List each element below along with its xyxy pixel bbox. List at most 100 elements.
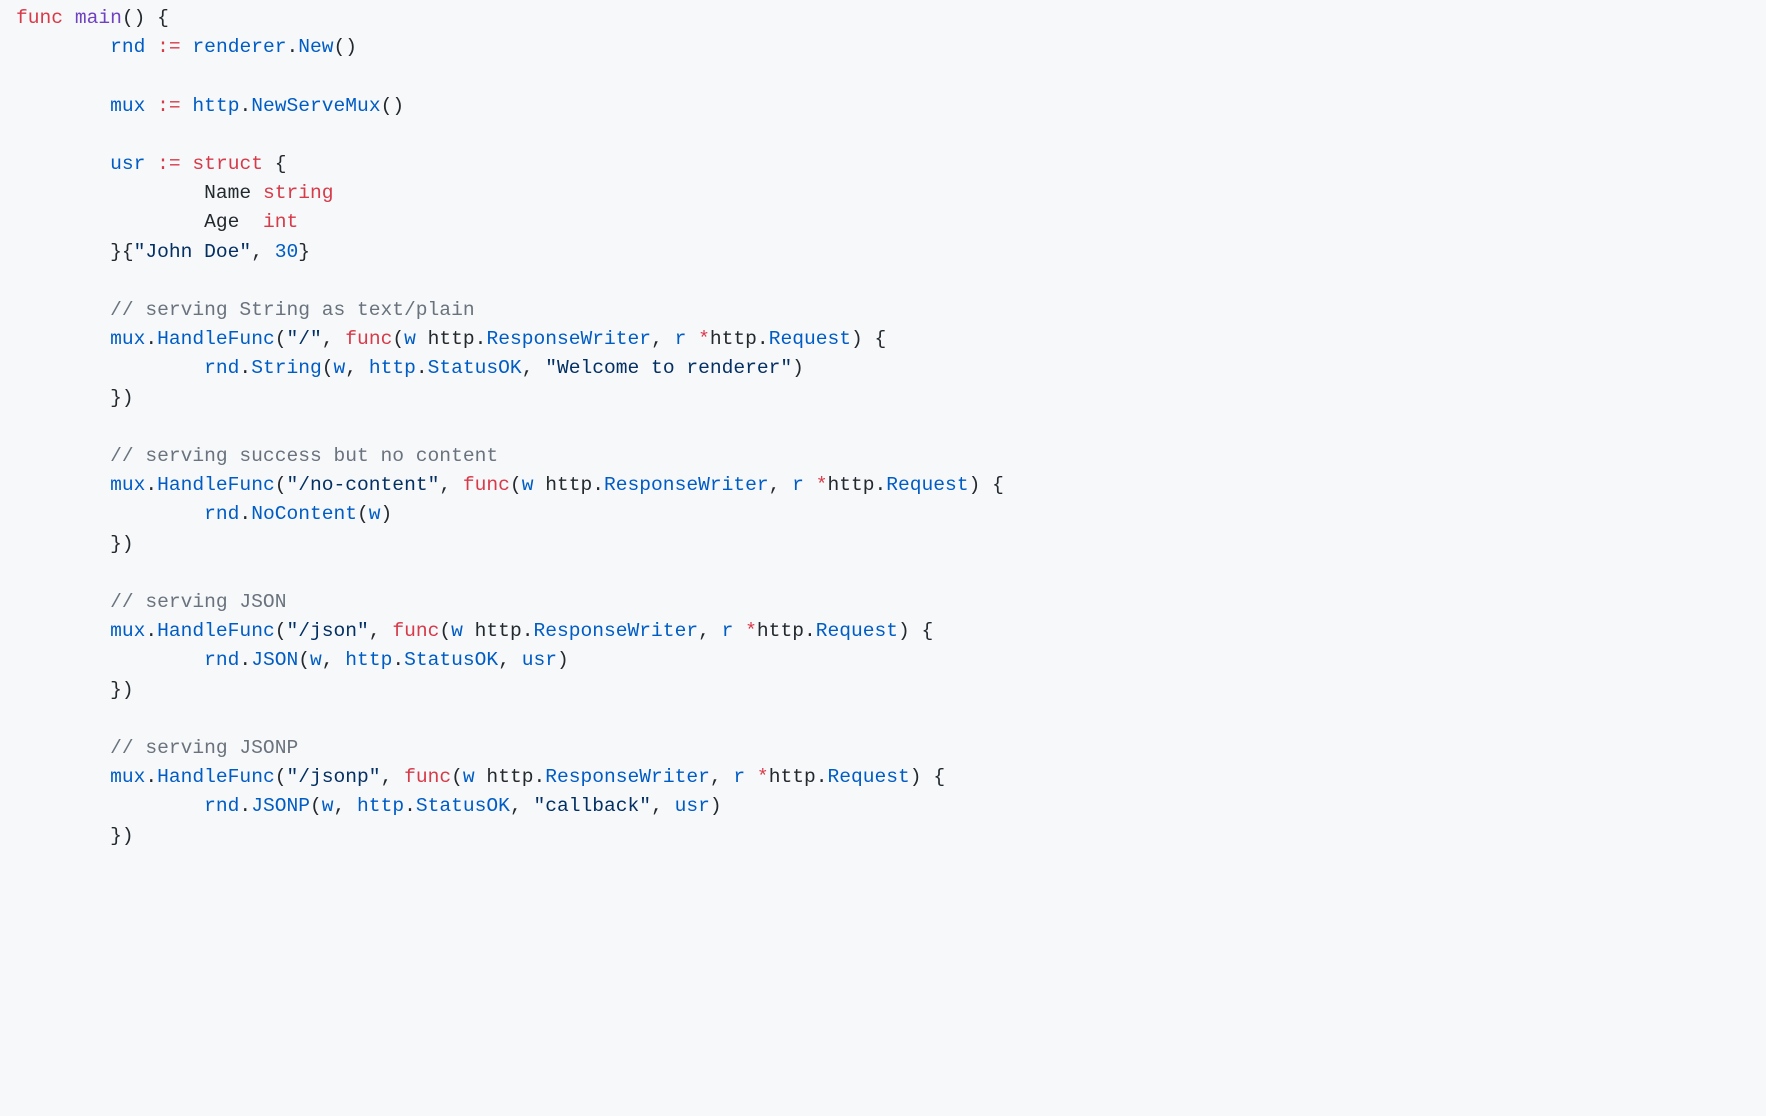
code-block: func main() { rnd := renderer.New() mux … [0, 0, 1766, 867]
code-token: . [239, 95, 251, 117]
code-token [63, 7, 75, 29]
code-token: ResponseWriter [545, 766, 710, 788]
code-token: , [322, 649, 346, 671]
code-token: }) [110, 679, 134, 701]
code-token: http [369, 357, 416, 379]
code-line: rnd.String(w, http.StatusOK, "Welcome to… [16, 357, 804, 379]
code-line: Name string [16, 182, 334, 204]
code-token: ) { [851, 328, 886, 350]
code-token: := [157, 36, 181, 58]
code-token: r [733, 766, 745, 788]
code-token: r [722, 620, 734, 642]
code-token: w [451, 620, 463, 642]
code-token: Age [204, 211, 263, 233]
code-token: , [251, 241, 275, 263]
code-token: , [439, 474, 463, 496]
code-token: http [192, 95, 239, 117]
code-token: ( [275, 766, 287, 788]
code-line: // serving String as text/plain [16, 299, 475, 321]
code-token: 30 [275, 241, 299, 263]
code-token: func [16, 7, 63, 29]
code-token: . [239, 357, 251, 379]
code-token: . [239, 795, 251, 817]
code-token: Request [886, 474, 968, 496]
code-token: StatusOK [416, 795, 510, 817]
code-token: := [157, 153, 181, 175]
code-token: rnd [204, 795, 239, 817]
code-token: ) { [969, 474, 1004, 496]
code-token: w [522, 474, 534, 496]
code-token [804, 474, 816, 496]
code-token [181, 153, 193, 175]
code-token: . [145, 620, 157, 642]
code-token: , [498, 649, 522, 671]
code-token: "callback" [533, 795, 651, 817]
code-token: HandleFunc [157, 474, 275, 496]
code-token: int [263, 211, 298, 233]
code-token: http. [463, 620, 534, 642]
code-token: ( [298, 649, 310, 671]
code-token: usr [522, 649, 557, 671]
code-token: . [145, 474, 157, 496]
code-token: http. [416, 328, 487, 350]
code-token: . [416, 357, 428, 379]
code-line: Age int [16, 211, 298, 233]
code-token: Request [769, 328, 851, 350]
code-token: http. [533, 474, 604, 496]
code-token: StatusOK [428, 357, 522, 379]
code-token: ) [381, 503, 393, 525]
code-token: } [298, 241, 310, 263]
code-token: ) [557, 649, 569, 671]
code-token: ( [275, 328, 287, 350]
code-token: Name [204, 182, 263, 204]
code-token: , [334, 795, 358, 817]
code-token: , [698, 620, 722, 642]
code-token: New [298, 36, 333, 58]
code-token: http. [757, 620, 816, 642]
code-token: NewServeMux [251, 95, 380, 117]
code-token: // serving success but no content [110, 445, 498, 467]
code-token: renderer [192, 36, 286, 58]
code-token: () { [122, 7, 169, 29]
code-token: ResponseWriter [604, 474, 769, 496]
code-token: * [757, 766, 769, 788]
code-token: ResponseWriter [533, 620, 698, 642]
code-token [733, 620, 745, 642]
code-token: usr [110, 153, 145, 175]
code-token: , [651, 328, 675, 350]
code-token: "Welcome to renderer" [545, 357, 792, 379]
code-token: String [251, 357, 322, 379]
code-token: mux [110, 95, 145, 117]
code-token: http. [475, 766, 546, 788]
code-token [145, 36, 157, 58]
code-line: }) [16, 679, 134, 701]
code-token: // serving JSONP [110, 737, 298, 759]
code-token: NoContent [251, 503, 357, 525]
code-token: Request [827, 766, 909, 788]
code-token: }{ [110, 241, 134, 263]
code-token: . [239, 649, 251, 671]
code-token: () [381, 95, 405, 117]
code-token: rnd [110, 36, 145, 58]
code-token [145, 153, 157, 175]
code-token: ( [275, 620, 287, 642]
code-token: * [745, 620, 757, 642]
code-line: // serving JSON [16, 591, 286, 613]
code-line: rnd.NoContent(w) [16, 503, 392, 525]
code-token: * [816, 474, 828, 496]
code-token [181, 95, 193, 117]
code-token [686, 328, 698, 350]
code-line: }{"John Doe", 30} [16, 241, 310, 263]
code-line: mux := http.NewServeMux() [16, 95, 404, 117]
code-token: ( [510, 474, 522, 496]
code-token: ( [357, 503, 369, 525]
code-token: , [651, 795, 675, 817]
code-token: rnd [204, 357, 239, 379]
code-token: , [522, 357, 546, 379]
code-token: () [334, 36, 358, 58]
code-token: "John Doe" [134, 241, 252, 263]
code-token: . [239, 503, 251, 525]
code-line: }) [16, 825, 134, 847]
code-token: w [334, 357, 346, 379]
code-token: HandleFunc [157, 328, 275, 350]
